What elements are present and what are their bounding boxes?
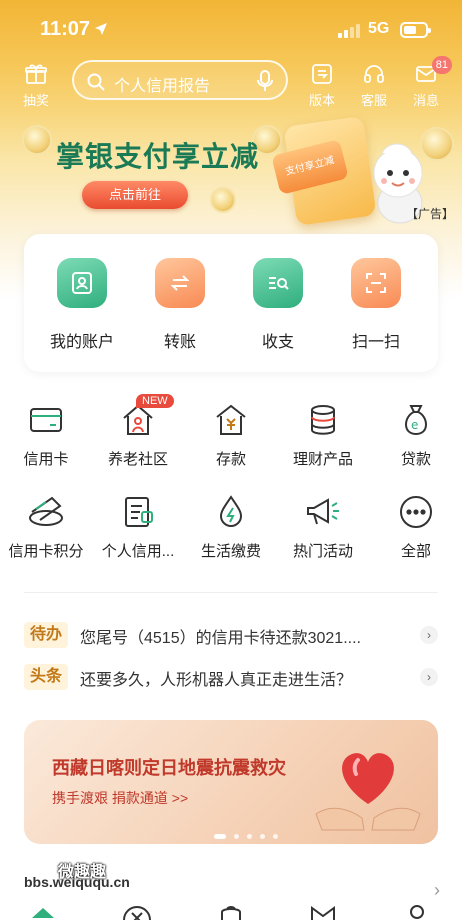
network-type: 5G — [368, 20, 390, 37]
service-label: 个人信用... — [101, 543, 175, 560]
microphone-icon[interactable] — [256, 70, 274, 92]
wealth-products-icon — [311, 405, 335, 435]
quick-action-scan[interactable]: 扫一扫 — [328, 258, 424, 352]
service-hot-activities[interactable]: 热门活动 — [277, 494, 369, 561]
quick-action-transfer[interactable]: 转账 — [132, 258, 228, 352]
customer-service-label: 客服 — [360, 93, 387, 108]
lottery-label: 抽奖 — [22, 93, 49, 108]
coin-decoration — [210, 187, 236, 213]
carousel-dots — [214, 826, 286, 844]
messages-button[interactable]: 81 消息 — [404, 56, 452, 108]
service-label: 存款 — [215, 451, 246, 468]
headline-tag: 头条 — [24, 664, 69, 690]
version-button[interactable]: 版本 — [300, 62, 344, 108]
quick-action-my-account[interactable]: 我的账户 — [34, 258, 130, 352]
promo-banner[interactable]: 掌银支付享立减 点击前往 支付享立减 【广告】 — [0, 115, 462, 227]
ad-label: 【广告】 — [405, 207, 454, 221]
section-divider — [24, 592, 438, 593]
headset-icon — [364, 65, 384, 83]
location-arrow-icon — [95, 23, 107, 35]
version-icon — [312, 64, 332, 84]
svg-text:e: e — [411, 418, 418, 432]
service-label: 信用卡积分 — [8, 543, 84, 560]
service-label: 热门活动 — [292, 543, 353, 560]
service-elderly-community[interactable]: NEW 养老社区 — [92, 394, 184, 469]
service-label: 信用卡 — [23, 451, 69, 468]
quick-action-label: 扫一扫 — [351, 334, 400, 351]
service-loan[interactable]: e 贷款 — [370, 402, 462, 469]
service-all[interactable]: 全部 — [370, 494, 462, 561]
search-input[interactable]: 个人信用报告 — [72, 60, 288, 100]
wealth-tab-icon[interactable] — [308, 904, 338, 920]
ledger-search-icon — [253, 258, 303, 308]
todo-notice[interactable]: 待办 您尾号（4515）的信用卡待还款3021.... › — [24, 620, 438, 650]
transfer-icon — [155, 258, 205, 308]
message-count-badge: 81 — [431, 56, 452, 74]
gift-icon — [25, 64, 47, 84]
credit-card-icon — [30, 408, 62, 432]
service-label: 生活缴费 — [200, 543, 261, 560]
service-deposit[interactable]: 存款 — [185, 402, 277, 469]
service-label: 养老社区 — [107, 451, 168, 468]
service-card-points[interactable]: 信用卡积分 — [0, 494, 92, 561]
quick-action-label: 转账 — [163, 334, 196, 351]
profile-tab-icon[interactable] — [402, 904, 432, 920]
heart-hands-icon — [315, 753, 421, 831]
promo-subtitle: 携手渡艰 捐款通道 >> — [52, 790, 189, 806]
bottom-section: 微趣趣 bbs.weiququ.cn › — [0, 856, 462, 920]
utility-payment-icon — [219, 495, 243, 528]
credit-report-icon — [125, 497, 153, 527]
search-icon — [87, 73, 105, 91]
deposit-icon — [216, 404, 246, 435]
todo-text: 您尾号（4515）的信用卡待还款3021.... — [80, 630, 361, 647]
service-label: 贷款 — [400, 451, 431, 468]
battery-icon — [400, 22, 431, 38]
version-label: 版本 — [308, 93, 335, 108]
service-wealth-products[interactable]: 理财产品 — [277, 402, 369, 469]
megaphone-icon — [307, 498, 339, 525]
explore-tab-icon[interactable] — [122, 904, 152, 920]
search-placeholder: 个人信用报告 — [114, 78, 211, 95]
quick-action-label: 收支 — [261, 334, 294, 351]
more-icon — [400, 496, 432, 528]
banner-title: 掌银支付享立减 — [56, 140, 260, 173]
scan-icon — [351, 258, 401, 308]
home-tab-icon[interactable] — [30, 904, 56, 920]
service-credit-report[interactable]: 个人信用... — [92, 494, 184, 561]
status-time: 11:07 — [40, 18, 91, 40]
headline-notice[interactable]: 头条 还要多久，人形机器人真正走进生活？ › — [24, 662, 438, 692]
headline-text: 还要多久，人形机器人真正走进生活？ — [80, 672, 353, 689]
lottery-button[interactable]: 抽奖 — [14, 62, 58, 108]
coin-decoration — [22, 125, 52, 155]
service-credit-card[interactable]: 信用卡 — [0, 402, 92, 469]
promo-title: 西藏日喀则定日地震抗震救灾 — [52, 758, 286, 778]
life-tab-icon[interactable] — [216, 904, 246, 920]
watermark-line2: bbs.weiququ.cn — [24, 874, 130, 890]
service-label: 全部 — [400, 543, 431, 560]
customer-service-button[interactable]: 客服 — [352, 62, 396, 108]
status-bar: 11:07 5G — [0, 0, 462, 56]
chevron-right-icon: › — [420, 668, 438, 686]
quick-action-income-expense[interactable]: 收支 — [230, 258, 326, 352]
todo-tag: 待办 — [24, 622, 69, 648]
quick-actions-card: 我的账户 转账 收支 扫一扫 — [24, 234, 438, 372]
loan-icon: e — [405, 405, 427, 436]
signal-icon — [338, 24, 362, 38]
messages-label: 消息 — [412, 93, 439, 108]
service-label: 理财产品 — [292, 451, 353, 468]
account-icon — [57, 258, 107, 308]
service-utility-payment[interactable]: 生活缴费 — [185, 494, 277, 561]
chevron-right-icon[interactable]: › — [434, 880, 440, 901]
banner-go-button[interactable]: 点击前往 — [82, 181, 188, 209]
card-points-icon — [29, 496, 63, 526]
quick-action-label: 我的账户 — [49, 334, 114, 351]
chevron-right-icon: › — [420, 626, 438, 644]
donation-promo-banner[interactable]: 西藏日喀则定日地震抗震救灾 携手渡艰 捐款通道 >> — [24, 720, 438, 844]
new-badge: NEW — [136, 394, 174, 408]
